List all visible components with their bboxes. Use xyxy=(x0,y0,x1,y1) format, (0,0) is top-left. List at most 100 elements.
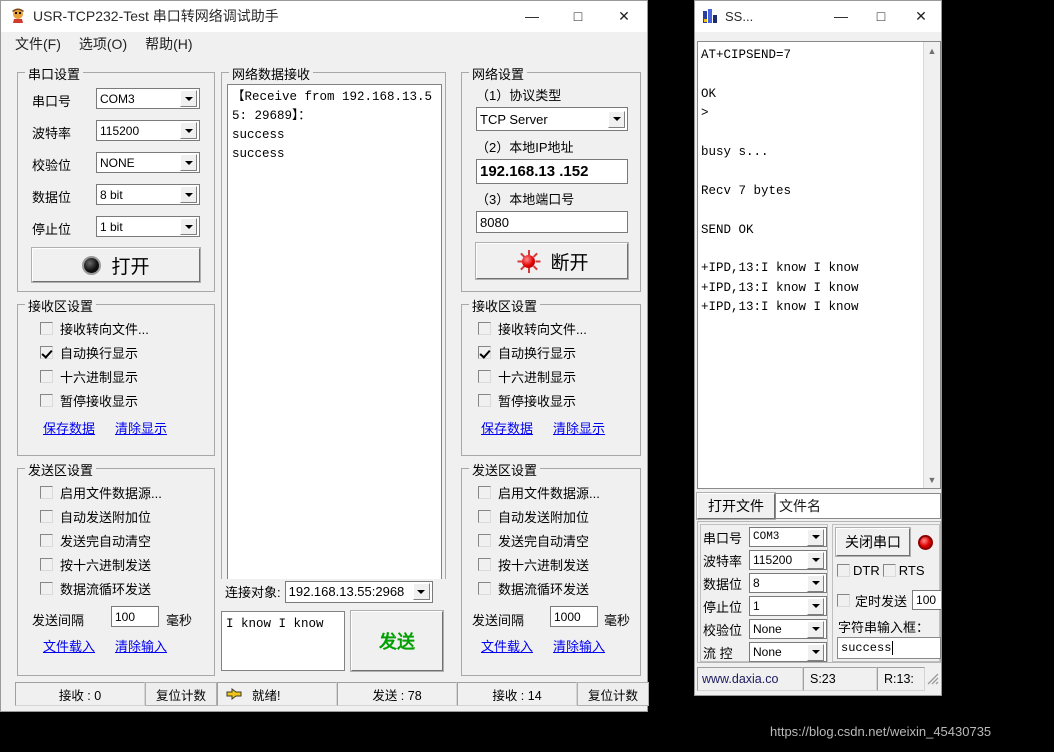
baud-combo[interactable]: 115200 xyxy=(749,550,827,570)
dtr-checkbox-icon[interactable] xyxy=(837,564,850,577)
chevron-down-icon[interactable] xyxy=(807,551,824,569)
clear-display-link-left[interactable]: 清除显示 xyxy=(115,418,167,437)
checkbox-icon[interactable] xyxy=(40,370,53,383)
clear-input-link-right[interactable]: 清除输入 xyxy=(553,636,605,655)
chk-recv-to-file-right[interactable]: 接收转向文件... xyxy=(478,319,587,338)
checkbox-icon[interactable] xyxy=(478,370,491,383)
checkbox-icon[interactable] xyxy=(478,394,491,407)
local-ip-input[interactable]: 192.168.13 .152 xyxy=(476,159,628,184)
save-data-link-right[interactable]: 保存数据 xyxy=(481,418,533,437)
string-input-field[interactable]: success xyxy=(837,637,941,659)
chevron-down-icon[interactable] xyxy=(608,110,625,128)
connect-target-combo[interactable]: 192.168.13.55:2968 xyxy=(284,580,433,603)
checkbox-icon[interactable] xyxy=(478,486,491,499)
maximize-button[interactable]: □ xyxy=(861,1,901,32)
chevron-down-icon[interactable] xyxy=(807,597,824,615)
chevron-down-icon[interactable] xyxy=(807,528,824,546)
checkbox-icon[interactable] xyxy=(478,346,491,359)
checkbox-icon[interactable] xyxy=(40,510,53,523)
send-button-left[interactable]: 发送 xyxy=(350,610,444,672)
chevron-down-icon[interactable] xyxy=(180,186,197,203)
chk-auto-append-right[interactable]: 自动发送附加位 xyxy=(478,507,589,526)
chk-loop-send-left[interactable]: 数据流循环发送 xyxy=(40,579,151,598)
chk-hex-send-left[interactable]: 按十六进制发送 xyxy=(40,555,151,574)
send-interval-input-right[interactable]: 1000 xyxy=(550,606,598,627)
flowctrl-combo[interactable]: None xyxy=(749,642,827,662)
chk-hex-display-left[interactable]: 十六进制显示 xyxy=(40,367,138,386)
chevron-down-icon[interactable] xyxy=(807,643,824,661)
checkbox-icon[interactable] xyxy=(40,582,53,595)
status-reset-count-right[interactable]: 复位计数 xyxy=(577,682,649,706)
net-data-recv-textarea[interactable]: 【Receive from 192.168.13.55: 29689】： suc… xyxy=(227,84,442,588)
chevron-down-icon[interactable] xyxy=(180,122,197,139)
checkbox-icon[interactable] xyxy=(40,322,53,335)
open-file-button[interactable]: 打开文件 xyxy=(696,492,776,520)
scroll-up-icon[interactable]: ▲ xyxy=(924,42,941,59)
databits-combo[interactable]: 8 xyxy=(749,573,827,593)
send-interval-input-left[interactable]: 100 xyxy=(111,606,159,627)
protocol-type-combo[interactable]: TCP Server xyxy=(476,107,628,131)
checkbox-icon[interactable] xyxy=(40,558,53,571)
chevron-down-icon[interactable] xyxy=(180,90,197,107)
status-reset-count-left[interactable]: 复位计数 xyxy=(145,682,217,706)
baud-rate-combo[interactable]: 115200 xyxy=(96,120,200,141)
chk-pause-recv-right[interactable]: 暂停接收显示 xyxy=(478,391,576,410)
terminal-scrollbar[interactable]: ▲ ▼ xyxy=(923,42,940,488)
scroll-down-icon[interactable]: ▼ xyxy=(924,471,941,488)
open-serial-button[interactable]: 打开 xyxy=(31,247,201,283)
stop-bits-combo[interactable]: 1 bit xyxy=(96,216,200,237)
close-serial-button[interactable]: 关闭串口 xyxy=(835,527,911,557)
load-file-link-right[interactable]: 文件载入 xyxy=(481,636,533,655)
timed-send-checkbox-icon[interactable] xyxy=(837,593,850,607)
stopbits-combo[interactable]: 1 xyxy=(749,596,827,616)
chk-recv-to-file-left[interactable]: 接收转向文件... xyxy=(40,319,149,338)
chk-clear-after-send-right[interactable]: 发送完自动清空 xyxy=(478,531,589,550)
maximize-button[interactable]: □ xyxy=(555,0,601,32)
close-button[interactable]: ✕ xyxy=(601,0,647,32)
parity-combo[interactable]: NONE xyxy=(96,152,200,173)
chk-auto-append-left[interactable]: 自动发送附加位 xyxy=(40,507,151,526)
checkbox-icon[interactable] xyxy=(40,394,53,407)
minimize-button[interactable]: — xyxy=(821,1,861,32)
chk-file-source-left[interactable]: 启用文件数据源... xyxy=(40,483,162,502)
clear-input-link-left[interactable]: 清除输入 xyxy=(115,636,167,655)
chk-clear-after-send-left[interactable]: 发送完自动清空 xyxy=(40,531,151,550)
send-textarea-left[interactable]: I know I know xyxy=(221,611,345,671)
chk-pause-recv-left[interactable]: 暂停接收显示 xyxy=(40,391,138,410)
minimize-button[interactable]: — xyxy=(509,0,555,32)
chevron-down-icon[interactable] xyxy=(807,620,824,638)
chevron-down-icon[interactable] xyxy=(180,218,197,235)
chk-hex-display-right[interactable]: 十六进制显示 xyxy=(478,367,576,386)
checkbox-icon[interactable] xyxy=(478,582,491,595)
chk-hex-send-right[interactable]: 按十六进制发送 xyxy=(478,555,589,574)
terminal-output[interactable]: AT+CIPSEND=7 OK > busy s... Recv 7 bytes… xyxy=(698,42,922,488)
clear-display-link-right[interactable]: 清除显示 xyxy=(553,418,605,437)
chevron-down-icon[interactable] xyxy=(412,583,430,600)
parity-combo-right[interactable]: None xyxy=(749,619,827,639)
checkbox-icon[interactable] xyxy=(40,534,53,547)
menu-item-options[interactable]: 选项(O) xyxy=(79,34,127,54)
checkbox-icon[interactable] xyxy=(40,346,53,359)
serial-port-combo[interactable]: COM3 xyxy=(96,88,200,109)
chk-auto-wrap-left[interactable]: 自动换行显示 xyxy=(40,343,138,362)
rts-checkbox-icon[interactable] xyxy=(882,564,896,577)
local-port-input[interactable]: 8080 xyxy=(476,211,628,233)
filename-input[interactable]: 文件名 xyxy=(775,493,941,519)
checkbox-icon[interactable] xyxy=(478,534,491,547)
timed-send-input[interactable]: 100 xyxy=(912,590,941,610)
checkbox-icon[interactable] xyxy=(478,322,491,335)
menu-item-file[interactable]: 文件(F) xyxy=(15,34,61,54)
port-combo[interactable]: COM3 xyxy=(749,527,827,547)
save-data-link-left[interactable]: 保存数据 xyxy=(43,418,95,437)
checkbox-icon[interactable] xyxy=(40,486,53,499)
resize-grip-icon[interactable] xyxy=(925,667,941,691)
load-file-link-left[interactable]: 文件载入 xyxy=(43,636,95,655)
chk-file-source-right[interactable]: 启用文件数据源... xyxy=(478,483,600,502)
chevron-down-icon[interactable] xyxy=(180,154,197,171)
data-bits-combo[interactable]: 8 bit xyxy=(96,184,200,205)
chk-loop-send-right[interactable]: 数据流循环发送 xyxy=(478,579,589,598)
chevron-down-icon[interactable] xyxy=(807,574,824,592)
chk-auto-wrap-right[interactable]: 自动换行显示 xyxy=(478,343,576,362)
checkbox-icon[interactable] xyxy=(478,510,491,523)
checkbox-icon[interactable] xyxy=(478,558,491,571)
